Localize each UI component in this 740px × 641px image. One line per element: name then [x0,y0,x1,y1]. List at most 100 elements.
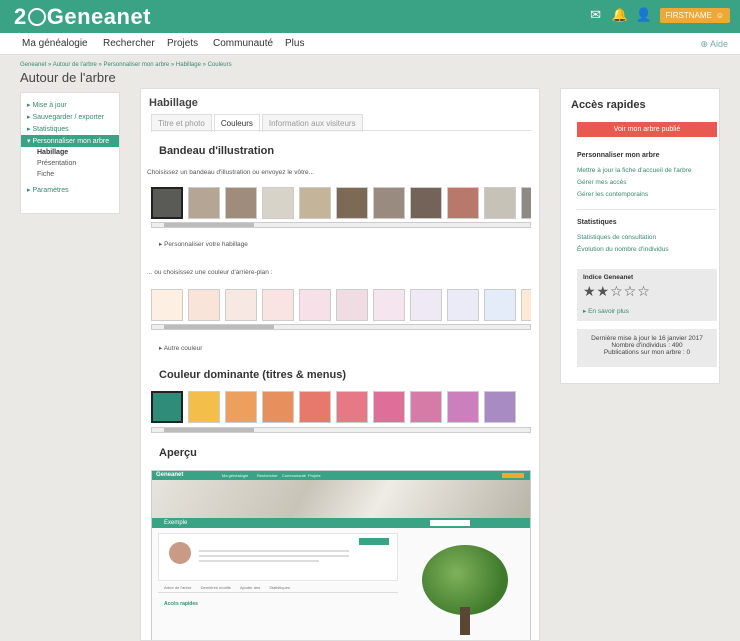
section-heading: Habillage [149,97,198,109]
bg-color-swatch[interactable] [447,289,479,321]
bg-color-swatch[interactable] [262,289,294,321]
bg-color-swatch[interactable] [151,289,183,321]
sidebar-item-label: Statistiques [32,126,69,133]
link-individuals-evolution[interactable]: Évolution du nombre d'individus [577,246,669,253]
preview-profile-card [158,533,398,581]
indice-link[interactable]: ▸ En savoir plus [583,307,629,315]
link-update-home[interactable]: Mettre à jour la fiche d'accueil de l'ar… [577,167,691,174]
view-tree-button[interactable]: Voir mon arbre publié [577,122,717,137]
banner-thumbnail[interactable] [151,187,183,219]
help-label: Aide [709,39,728,49]
breadcrumb[interactable]: Geneanet » Autour de l'arbre » Personnal… [20,62,232,68]
main-panel: Habillage Titre et photo Couleurs Inform… [140,88,540,641]
dominant-scrollbar[interactable] [151,427,531,433]
other-color-link[interactable]: ▸ Autre couleur [159,344,202,352]
dominant-color-swatch[interactable] [225,391,257,423]
link-manage-contemporains[interactable]: Gérer les contemporains [577,191,648,198]
bg-color-swatch[interactable] [188,289,220,321]
apercu-title: Aperçu [159,447,197,459]
dominant-color-swatch[interactable] [410,391,442,423]
bg-color-swatch[interactable] [521,289,531,321]
customize-link-label: Personnaliser votre habillage [164,241,248,248]
preview-tab-2: Dernières modifs [200,585,231,590]
banner-thumbnail[interactable] [521,187,531,219]
banner-thumbnail[interactable] [410,187,442,219]
sidebar-sub-habillage[interactable]: Habillage [21,147,119,158]
dominant-color-swatch[interactable] [447,391,479,423]
bell-icon[interactable]: 🔔 [612,7,628,23]
nav-projets[interactable]: Projets [167,38,198,49]
bg-color-swatch[interactable] [410,289,442,321]
preview-tabs: Arbre de l'arbre Dernières modifs Ajoute… [158,585,398,593]
bg-color-swatch[interactable] [373,289,405,321]
banner-thumbnail[interactable] [484,187,516,219]
preview-nav-1: Ma généalogie [222,473,249,478]
dominant-color-swatch[interactable] [336,391,368,423]
banner-thumbnail[interactable] [447,187,479,219]
bg-scrollbar[interactable] [151,324,531,330]
sidebar-sub-fiche[interactable]: Fiche [21,169,119,180]
user-avatar-icon: ☺ [715,10,724,20]
dominant-color-swatch[interactable] [262,391,294,423]
bandeau-text: Choisissez un bandeau d'illustration ou … [147,169,315,176]
tab-divider [151,130,531,131]
sidebar-item-personnaliser[interactable]: ▾ Personnaliser mon arbre [21,135,119,147]
bg-color-swatch[interactable] [225,289,257,321]
preview-banner [152,480,530,518]
logo-circle-icon [27,8,46,26]
bg-color-swatches [151,289,531,321]
sidebar-item-sauvegarder[interactable]: ▸ Sauvegarder / exporter [21,111,119,123]
geneanet-logo[interactable]: 2 Geneanet [14,4,151,30]
divider [577,209,717,210]
bg-color-swatch[interactable] [299,289,331,321]
preview-action-button [359,538,389,545]
other-color-label: Autre couleur [163,345,203,352]
dominant-color-swatch[interactable] [484,391,516,423]
quick-access-panel: Accès rapides Voir mon arbre publié Pers… [560,88,720,384]
preview-tab-4: Statistiques [269,585,290,590]
preview-user-button [502,473,524,478]
preview-avatar [169,542,191,564]
help-link[interactable]: ⊕ Aide [700,39,728,50]
banner-scrollbar[interactable] [151,222,531,228]
user-label: FIRSTNAME [665,10,712,20]
sidebar: ▸ Mise à jour ▸ Sauvegarder / exporter ▸… [20,92,120,214]
sidebar-item-label: Personnaliser mon arbre [32,138,110,145]
help-icon: ⊕ [700,39,710,49]
mail-icon[interactable]: ✉ [588,7,604,23]
nav-rechercher[interactable]: Rechercher [103,38,155,49]
sidebar-item-mise-a-jour[interactable]: ▸ Mise à jour [21,99,119,111]
link-consultation-stats[interactable]: Statistiques de consultation [577,234,656,241]
nav-plus[interactable]: Plus [285,38,304,49]
preview-tree-image [410,537,520,639]
sidebar-item-parametres[interactable]: ▸ Paramètres [21,184,119,196]
sidebar-item-label: Mise à jour [32,102,67,109]
link-manage-access[interactable]: Gérer mes accès [577,179,627,186]
update-info-box: Dernière mise à jour le 16 janvier 2017 … [577,329,717,367]
banner-thumbnail[interactable] [373,187,405,219]
dominant-color-swatch[interactable] [151,391,183,423]
nav-communaute[interactable]: Communauté [213,38,273,49]
user-icon[interactable]: 👤 [636,7,652,23]
dominant-color-swatch[interactable] [373,391,405,423]
sidebar-sub-presentation[interactable]: Présentation [21,158,119,169]
sidebar-item-label: Sauvegarder / exporter [32,114,105,121]
sidebar-item-label: Paramètres [32,187,69,194]
nav-ma-genealogie[interactable]: Ma généalogie [22,38,88,49]
banner-thumbnail[interactable] [299,187,331,219]
user-menu-button[interactable]: FIRSTNAME ☺ [659,7,730,23]
bg-color-swatch[interactable] [336,289,368,321]
bg-color-swatch[interactable] [484,289,516,321]
banner-thumbnail[interactable] [188,187,220,219]
banner-thumbnail[interactable] [336,187,368,219]
dominant-color-swatch[interactable] [188,391,220,423]
statistics-heading: Statistiques [577,219,617,226]
last-update-text: Dernière mise à jour le 16 janvier 2017 [591,335,703,342]
banner-thumbnail[interactable] [262,187,294,219]
sidebar-item-statistiques[interactable]: ▸ Statistiques [21,123,119,135]
preview-topbar: Geneanet Ma généalogie Rechercher Commun… [152,471,530,480]
dominant-color-swatch[interactable] [299,391,331,423]
banner-thumbnail[interactable] [225,187,257,219]
banner-thumbnails [151,187,531,219]
customize-link[interactable]: ▸ Personnaliser votre habillage [159,240,248,248]
